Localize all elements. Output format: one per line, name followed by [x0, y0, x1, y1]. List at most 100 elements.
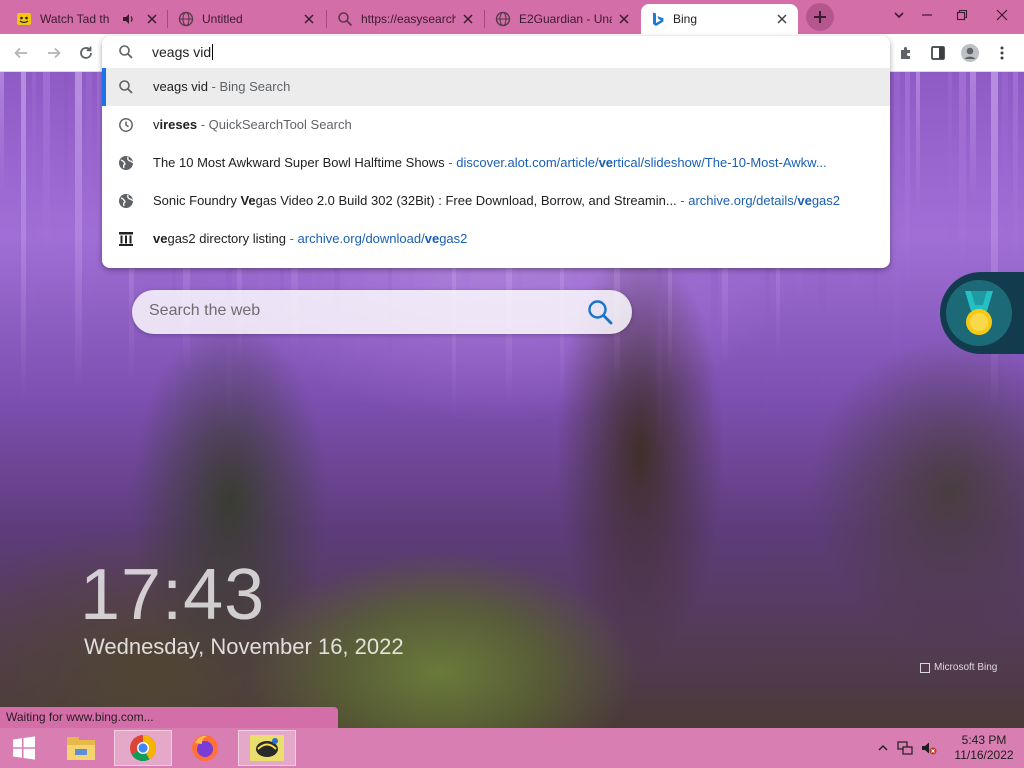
suggestion-text-part: ve [424, 231, 440, 246]
tab-watch-tad[interactable]: Watch Tad th [8, 4, 168, 34]
menu-button[interactable] [988, 39, 1016, 67]
taskbar-chrome[interactable] [114, 730, 172, 766]
back-button[interactable] [7, 39, 35, 67]
suggestion-text: vireses - QuickSearchTool Search [153, 106, 352, 144]
globe-icon [118, 155, 134, 171]
suggestion-text-part: rtical/slideshow/The-10-Most-Awkw... [613, 155, 827, 170]
speaker-icon[interactable] [120, 11, 136, 27]
wisteria-strand [959, 72, 966, 275]
rewards-button[interactable] [940, 272, 1024, 354]
volume-muted-icon [922, 742, 937, 755]
network-button[interactable] [897, 740, 913, 756]
taskbar-file-explorer[interactable] [52, 730, 110, 766]
wisteria-strand [64, 72, 68, 204]
watermark-label: Microsoft Bing [934, 662, 998, 673]
suggestion-text-part: Sonic Foundry [153, 193, 241, 208]
suggestion-text-part: Ve [240, 193, 256, 208]
tab-untitled[interactable]: Untitled [170, 4, 325, 34]
reload-icon [80, 46, 92, 59]
taskbar-firefox[interactable] [176, 730, 234, 766]
search-input[interactable]: Search the web [149, 302, 260, 320]
puzzle-icon [901, 47, 910, 59]
smiley-favicon-icon [16, 11, 32, 27]
tab-separator [167, 10, 168, 28]
wisteria-strand [1013, 72, 1018, 265]
typed-text: veags vid [152, 44, 212, 60]
arrow-right-icon [48, 47, 61, 59]
search-icon [118, 79, 134, 95]
archive-icon [118, 231, 134, 247]
tab-label: https://easysearch [361, 12, 456, 26]
arrow-left-icon [14, 47, 27, 59]
tab-separator [484, 10, 485, 28]
wisteria-strand [916, 72, 920, 212]
status-bar: Waiting for www.bing.com... [0, 707, 338, 728]
close-icon [996, 9, 1008, 21]
tray-time: 5:43 PM [961, 733, 1007, 747]
bing-search-box[interactable]: Search the web [132, 290, 632, 334]
show-hidden-icons-button[interactable] [875, 740, 891, 756]
search-icon[interactable] [586, 298, 614, 326]
extensions-button[interactable] [892, 39, 920, 67]
history-icon [118, 117, 134, 133]
suggestion-text-part: gas2 [439, 231, 468, 246]
suggestion-text-part: - [444, 155, 457, 170]
minimize-button[interactable] [910, 0, 944, 30]
close-tab-icon[interactable] [144, 11, 160, 27]
wisteria-strand [905, 72, 910, 285]
wisteria-strand [894, 72, 900, 358]
tab-label: Untitled [202, 12, 243, 26]
close-window-button[interactable] [980, 0, 1024, 30]
forward-button[interactable] [40, 39, 68, 67]
volume-button[interactable] [921, 740, 937, 756]
suggestion-text-part: gas Video 2.0 Build 302 (32Bit) : Free D… [255, 193, 677, 208]
wisteria-strand [75, 72, 82, 391]
suggestion-text-part: archive.org/download/ [297, 231, 425, 246]
omnibox-dropdown: veags vid veags vid - Bing Search vireses… [102, 36, 890, 268]
suggestion-text-part: archive.org/details/ [688, 193, 798, 208]
address-bar[interactable]: veags vid [102, 36, 890, 68]
globe-icon [118, 193, 134, 209]
tab-bing[interactable]: Bing [641, 4, 798, 34]
wisteria-strand [43, 72, 50, 255]
close-tab-icon[interactable] [301, 11, 317, 27]
suggestion-item[interactable]: Sonic Foundry Vegas Video 2.0 Build 302 … [102, 182, 890, 220]
reload-button[interactable] [72, 39, 100, 67]
profile-button[interactable] [956, 39, 984, 67]
suggestion-text-part: ve [598, 155, 614, 170]
suggestion-item[interactable]: vegas2 directory listing - archive.org/d… [102, 220, 890, 258]
search-icon [118, 44, 134, 60]
bing-icon [649, 11, 665, 27]
tab-label: Watch Tad th [40, 12, 110, 26]
tab-easysearch[interactable]: https://easysearch [329, 4, 484, 34]
address-input[interactable]: veags vid [152, 42, 214, 62]
wisteria-strand [991, 72, 998, 411]
suggestion-text-part: The 10 Most Awkward Super Bowl Halftime … [153, 155, 445, 170]
close-tab-icon[interactable] [460, 11, 476, 27]
suggestion-text-part: ve [797, 193, 812, 208]
file-explorer-icon [67, 737, 95, 760]
bing-logo-icon [920, 662, 930, 673]
tab-e2guardian[interactable]: E2Guardian - Una [487, 4, 640, 34]
close-tab-icon[interactable] [774, 11, 790, 27]
minimize-icon [922, 14, 932, 16]
suggestion-item[interactable]: The 10 Most Awkward Super Bowl Halftime … [102, 144, 890, 182]
microsoft-bing-watermark: Microsoft Bing [920, 662, 997, 673]
suggestion-text: Sonic Foundry Vegas Video 2.0 Build 302 … [153, 182, 840, 220]
suggestion-text-part: discover.alot.com/article/ [456, 155, 599, 170]
globe-icon [495, 11, 511, 27]
new-tab-button[interactable] [806, 3, 834, 31]
side-panel-button[interactable] [924, 39, 952, 67]
restore-button[interactable] [945, 0, 979, 30]
tray-clock[interactable]: 5:43 PM 11/16/2022 [948, 733, 1020, 763]
suggestion-item[interactable]: veags vid - Bing Search [102, 68, 890, 106]
start-icon [13, 736, 35, 760]
suggestion-text-part: - [285, 231, 298, 246]
close-tab-icon[interactable] [616, 11, 632, 27]
suggestion-item[interactable]: vireses - QuickSearchTool Search [102, 106, 890, 144]
suggestion-text: veags vid - Bing Search [153, 68, 290, 106]
start-button[interactable] [0, 730, 48, 766]
taskbar-pen-tool[interactable] [238, 730, 296, 766]
globe-icon [178, 11, 194, 27]
wisteria-strand [21, 72, 26, 401]
